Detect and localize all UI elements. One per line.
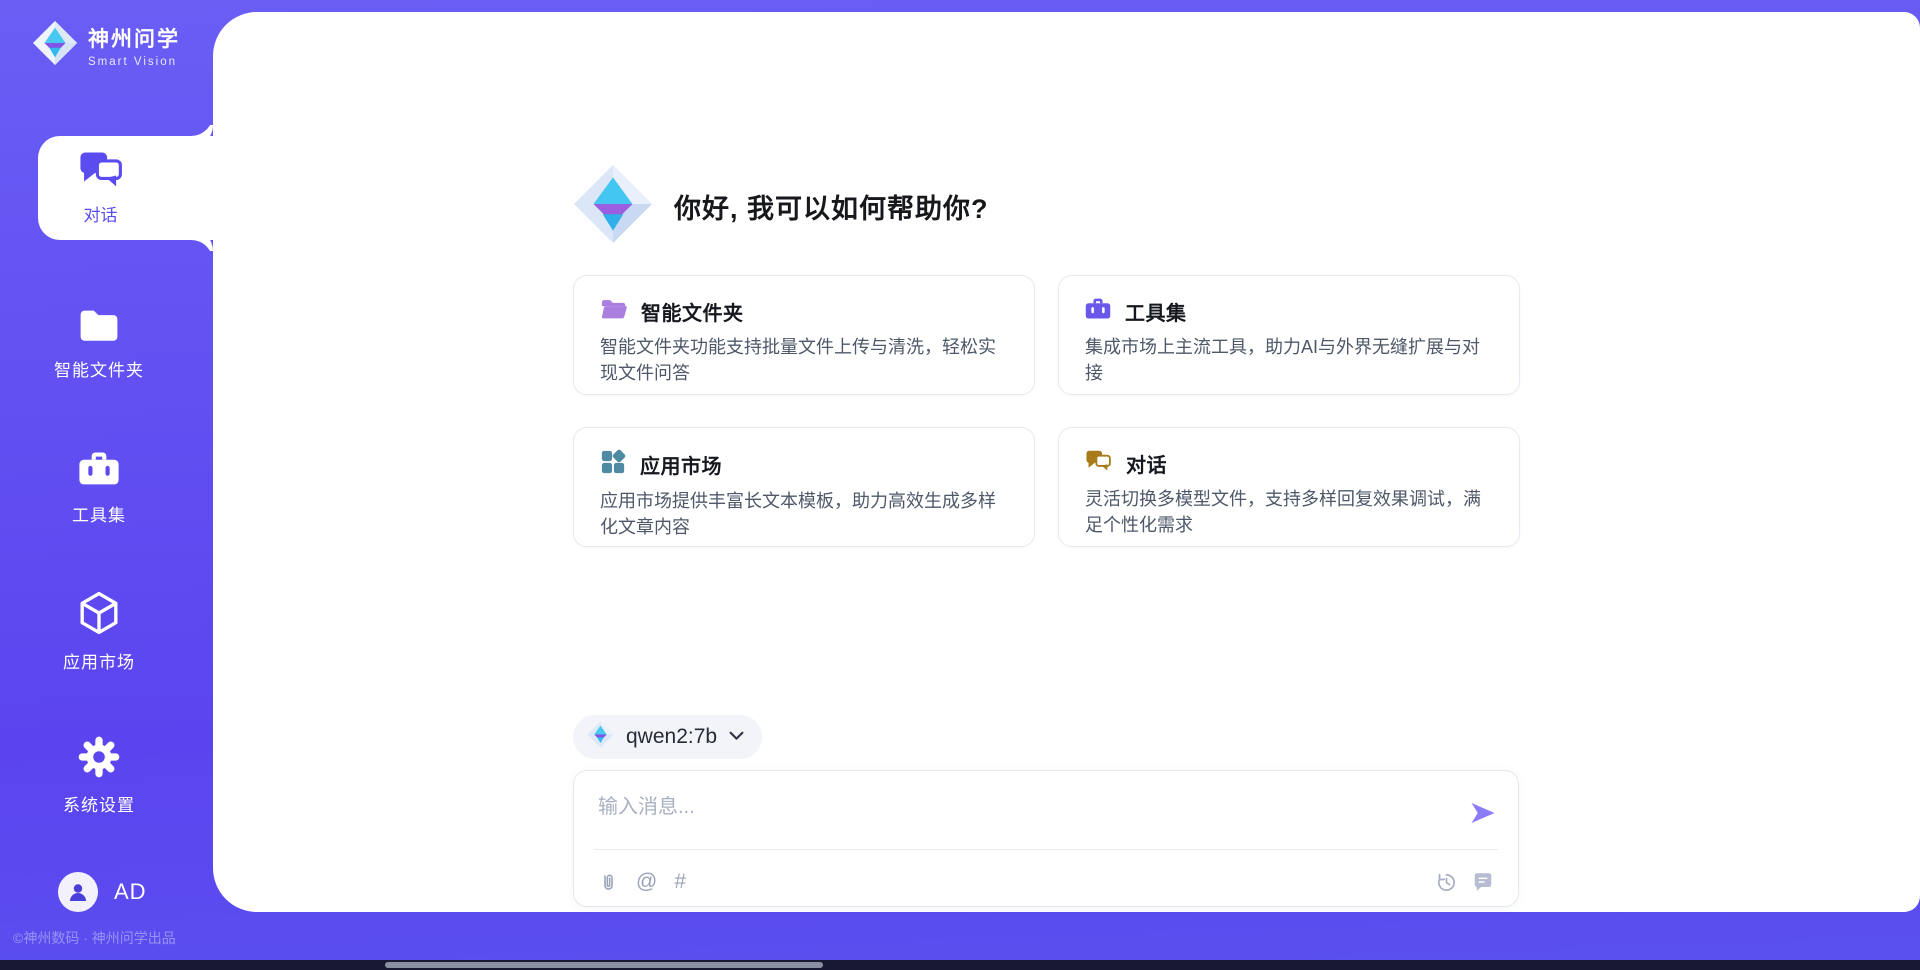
history-icon[interactable] [1435,871,1458,894]
brand-name-cn: 神州问学 [88,23,180,53]
card-title: 智能文件夹 [641,297,744,326]
briefcase-icon [78,450,120,493]
cube-icon [78,591,120,640]
scrollbar-thumb[interactable] [385,962,823,968]
feature-cards: 智能文件夹 智能文件夹功能支持批量文件上传与清洗，轻松实现文件问答 工具集 集成… [573,275,1520,547]
user-initials: AD [114,879,147,905]
at-mention-icon[interactable]: @ [636,870,657,894]
horizontal-scrollbar [0,960,1920,970]
sidebar-item-chat[interactable]: 对话 [38,136,213,240]
sidebar-item-label: 应用市场 [63,648,135,673]
chat-icon [1085,449,1112,478]
avatar [58,872,98,912]
sidebar-item-app-market[interactable]: 应用市场 [0,586,198,678]
brand-name-en: Smart Vision [88,56,180,68]
feature-card-toolset[interactable]: 工具集 集成市场上主流工具，助力AI与外界无缝扩展与对接 [1058,275,1520,395]
feature-card-smart-folder[interactable]: 智能文件夹 智能文件夹功能支持批量文件上传与清洗，轻松实现文件问答 [573,275,1035,395]
card-description: 应用市场提供丰富长文本模板，助力高效生成多样化文章内容 [600,489,1008,540]
greeting-diamond-icon [572,163,654,250]
brand-diamond-icon [32,20,78,71]
sidebar-item-smart-folder[interactable]: 智能文件夹 [0,298,198,390]
card-title: 应用市场 [640,450,722,479]
greeting-text: 你好, 我可以如何帮助你? [674,187,989,226]
model-selector[interactable]: qwen2:7b [573,715,762,759]
greeting: 你好, 我可以如何帮助你? [572,163,989,250]
send-button[interactable] [1470,801,1496,828]
chevron-down-icon [729,728,744,746]
sidebar-item-settings[interactable]: 系统设置 [0,730,198,822]
chat-bubble-icon[interactable] [1472,871,1494,893]
sidebar-item-label: 系统设置 [63,791,135,816]
message-composer: @ # [573,770,1519,907]
message-input[interactable] [598,789,1438,825]
footer-credit: ©神州数码 · 神州问学出品 [13,928,176,948]
feature-card-app-market[interactable]: 应用市场 应用市场提供丰富长文本模板，助力高效生成多样化文章内容 [573,427,1035,547]
model-diamond-icon [587,721,614,753]
attach-file-icon[interactable] [598,871,619,894]
folder-icon [78,307,120,348]
main-panel: 你好, 我可以如何帮助你? 智能文件夹 智能文件夹功能支持批量文件上传与清洗，轻… [213,12,1920,912]
sidebar: 神州问学 Smart Vision 对话 智能文件夹 [0,0,213,970]
card-title: 工具集 [1125,297,1187,326]
user-profile[interactable]: AD [58,872,147,912]
card-title: 对话 [1126,449,1167,478]
sidebar-item-toolset[interactable]: 工具集 [0,442,198,534]
brand-logo: 神州问学 Smart Vision [32,20,180,71]
folder-open-icon [600,297,627,326]
sidebar-item-label: 对话 [84,201,118,226]
composer-divider [594,849,1498,850]
sidebar-item-label: 工具集 [72,501,126,526]
gear-icon [78,736,120,783]
card-description: 智能文件夹功能支持批量文件上传与清洗，轻松实现文件问答 [600,335,1008,386]
sidebar-item-label: 智能文件夹 [54,356,144,381]
briefcase-icon [1085,297,1111,326]
grid-icon [600,449,626,480]
hash-topic-icon[interactable]: # [674,870,686,894]
card-description: 灵活切换多模型文件，支持多样回复效果调试，满足个性化需求 [1085,487,1493,538]
chat-icon [78,150,124,195]
model-name: qwen2:7b [626,725,717,749]
feature-card-chat[interactable]: 对话 灵活切换多模型文件，支持多样回复效果调试，满足个性化需求 [1058,427,1520,547]
card-description: 集成市场上主流工具，助力AI与外界无缝扩展与对接 [1085,335,1493,386]
